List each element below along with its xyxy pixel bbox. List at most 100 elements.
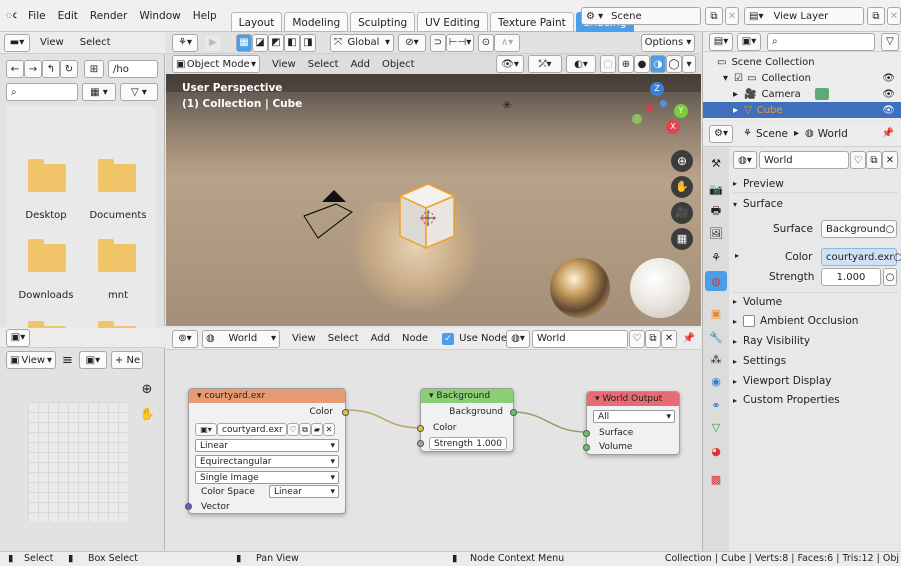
tab-uv-editing[interactable]: UV Editing [417,11,488,32]
particles-tab-icon[interactable]: ⁂ [705,349,727,369]
vp-menu-view[interactable]: View [272,59,296,70]
gizmo-dropdown[interactable]: ⤱▾ [528,55,562,73]
panel-custom-properties[interactable]: ▸ Custom Properties [733,391,898,409]
select-mode-icon[interactable]: ◨ [300,33,316,52]
wireframe-shading-icon[interactable]: ⊕ [618,55,634,73]
render-tab-icon[interactable]: 📷 [705,179,727,199]
fb-menu-select[interactable]: Select [80,37,111,48]
image-browse-dropdown[interactable]: ▣▾ [78,351,107,369]
panel-surface[interactable]: ▾ Surface [733,195,898,213]
output-tab-icon[interactable]: 🖶 [705,201,727,221]
input-vector-socket[interactable] [185,503,192,510]
eye-icon[interactable]: 👁 [882,89,895,100]
view-layer-delete-button[interactable]: ✕ [887,7,901,25]
fake-user-icon[interactable]: ♡ [850,151,866,169]
select-mode-icon[interactable]: ◩ [268,33,284,52]
duplicate-icon[interactable]: ⧉ [299,423,311,436]
view-layer-tab-icon[interactable]: 🖼 [705,223,727,243]
solid-shading-icon[interactable]: ● [634,55,650,73]
breadcrumb-world[interactable]: World [818,128,848,140]
filter-icon[interactable]: ▽ [881,32,899,51]
menu-edit[interactable]: Edit [52,0,84,32]
folder-label-desktop[interactable]: Desktop [6,210,86,221]
outliner-row-scene-collection[interactable]: ▭ Scene Collection [717,54,815,70]
expand-arrow-icon[interactable]: ▸ [733,89,738,100]
vp-menu-add[interactable]: Add [351,59,370,70]
gizmo-y-axis[interactable]: Y [674,104,688,118]
ao-checkbox[interactable] [743,315,756,327]
folder-label-mnt[interactable]: mnt [78,290,158,301]
back-arrow-icon[interactable]: ← [6,60,24,78]
view-mode-dropdown[interactable]: ▣ View ▾ [6,351,56,369]
view-layer-selector[interactable]: ▤▾ View Layer [744,7,864,25]
snap-toggle-icon[interactable]: ⊃ [430,33,446,52]
camera-view-icon[interactable]: 🎥 [671,202,693,224]
snap-dropdown[interactable]: ⊢⊣▾ [446,33,474,52]
folder-icon[interactable] [98,159,136,192]
projection-dropdown[interactable]: Equirectangular ▾ [195,455,339,468]
node-header[interactable]: ▾ courtyard.exr [189,389,345,403]
object-tab-icon[interactable]: ▣ [705,303,727,323]
environment-texture-node[interactable]: ▾ courtyard.exr Color ▣▾ courtyard.exr ♡… [185,388,349,514]
fake-user-icon[interactable]: ♡ [287,423,299,436]
source-dropdown[interactable]: Single Image ▾ [195,471,339,484]
strength-socket-icon[interactable]: ○ [883,268,897,286]
display-mode-icon[interactable]: ▣▾ [737,32,761,51]
vp-menu-select[interactable]: Select [308,59,339,70]
navigation-gizmo[interactable]: Z Y X [626,78,692,144]
filter-icon[interactable]: ▽ ▾ [120,83,158,101]
material-tab-icon[interactable]: ◕ [705,441,727,461]
camera-object[interactable] [296,182,366,242]
falloff-dropdown[interactable]: ∧▾ [494,33,520,52]
duplicate-icon[interactable]: ⧉ [866,151,882,169]
gizmo-z-axis[interactable]: Z [650,82,664,96]
folder-icon[interactable] [28,239,66,272]
world-tab-icon[interactable]: ◍ [705,271,727,291]
new-folder-icon[interactable]: ⊞ [84,60,104,78]
color-expand-icon[interactable]: ▸ [735,251,739,260]
editor-type-icon[interactable]: ▬▾ [4,33,30,52]
input-color-socket[interactable] [417,425,424,432]
data-tab-icon[interactable]: ▽ [705,417,727,437]
background-node[interactable]: ▾ Background Background Color Strength 1… [417,388,517,452]
select-tool-icon[interactable]: ▶ [204,33,222,52]
outliner-row-cube[interactable]: ▸ ▽ Cube 👁 [703,102,901,118]
output-color-socket[interactable] [342,409,349,416]
select-mode-icon[interactable]: ▦ [236,33,252,52]
image-canvas-grid[interactable] [28,402,128,522]
tool-tab-icon[interactable]: ⚒ [705,153,727,173]
world-type-icon[interactable]: ◍▾ [733,151,757,169]
output-background-socket[interactable] [510,409,517,416]
material-shading-icon[interactable]: ◑ [650,55,666,73]
strength-field[interactable]: Strength 1.000 [429,437,507,450]
checkbox-icon[interactable]: ☑ [734,73,743,84]
physics-tab-icon[interactable]: ◉ [705,371,727,391]
panel-volume[interactable]: ▸ Volume [733,292,898,310]
parent-dir-icon[interactable]: ↰ [42,60,60,78]
unlink-icon[interactable]: ✕ [323,423,335,436]
world-output-node[interactable]: ▾ World Output All ▾ Surface Volume [583,391,680,455]
node-header[interactable]: ▾ World Output [587,392,679,406]
panel-ambient-occlusion[interactable]: ▸ Ambient Occlusion [733,312,898,330]
proportional-edit-icon[interactable]: ⊙ [478,33,494,52]
zoom-icon[interactable]: ⊕ [671,150,693,172]
pan-hand-icon[interactable]: ✋ [137,404,157,424]
scene-selector[interactable]: ⚙ ▾ Scene [581,7,701,25]
panel-ray-visibility[interactable]: ▸ Ray Visibility [733,332,898,350]
input-volume-socket[interactable] [583,444,590,451]
pin-icon[interactable]: 📌 [882,128,894,139]
shading-dropdown-icon[interactable]: ▾ [682,55,696,73]
image-name-field[interactable]: courtyard.exr [217,423,287,436]
unlink-icon[interactable]: ✕ [882,151,898,169]
gizmo-x-axis[interactable]: X [666,120,680,134]
panel-preview[interactable]: ▸ Preview [733,175,898,193]
hamburger-menu-icon[interactable]: ≡ [62,353,73,368]
folder-label-downloads[interactable]: Downloads [6,290,86,301]
object-mode-dropdown[interactable]: ▣ Object Mode ▾ [172,55,260,73]
tab-texture-paint[interactable]: Texture Paint [489,11,574,32]
menu-render[interactable]: Render [84,0,133,32]
fb-menu-view[interactable]: View [40,37,64,48]
constraints-tab-icon[interactable]: ⚭ [705,395,727,415]
cube-object[interactable] [392,180,462,252]
editor-type-icon[interactable]: ▣▾ [6,328,30,347]
